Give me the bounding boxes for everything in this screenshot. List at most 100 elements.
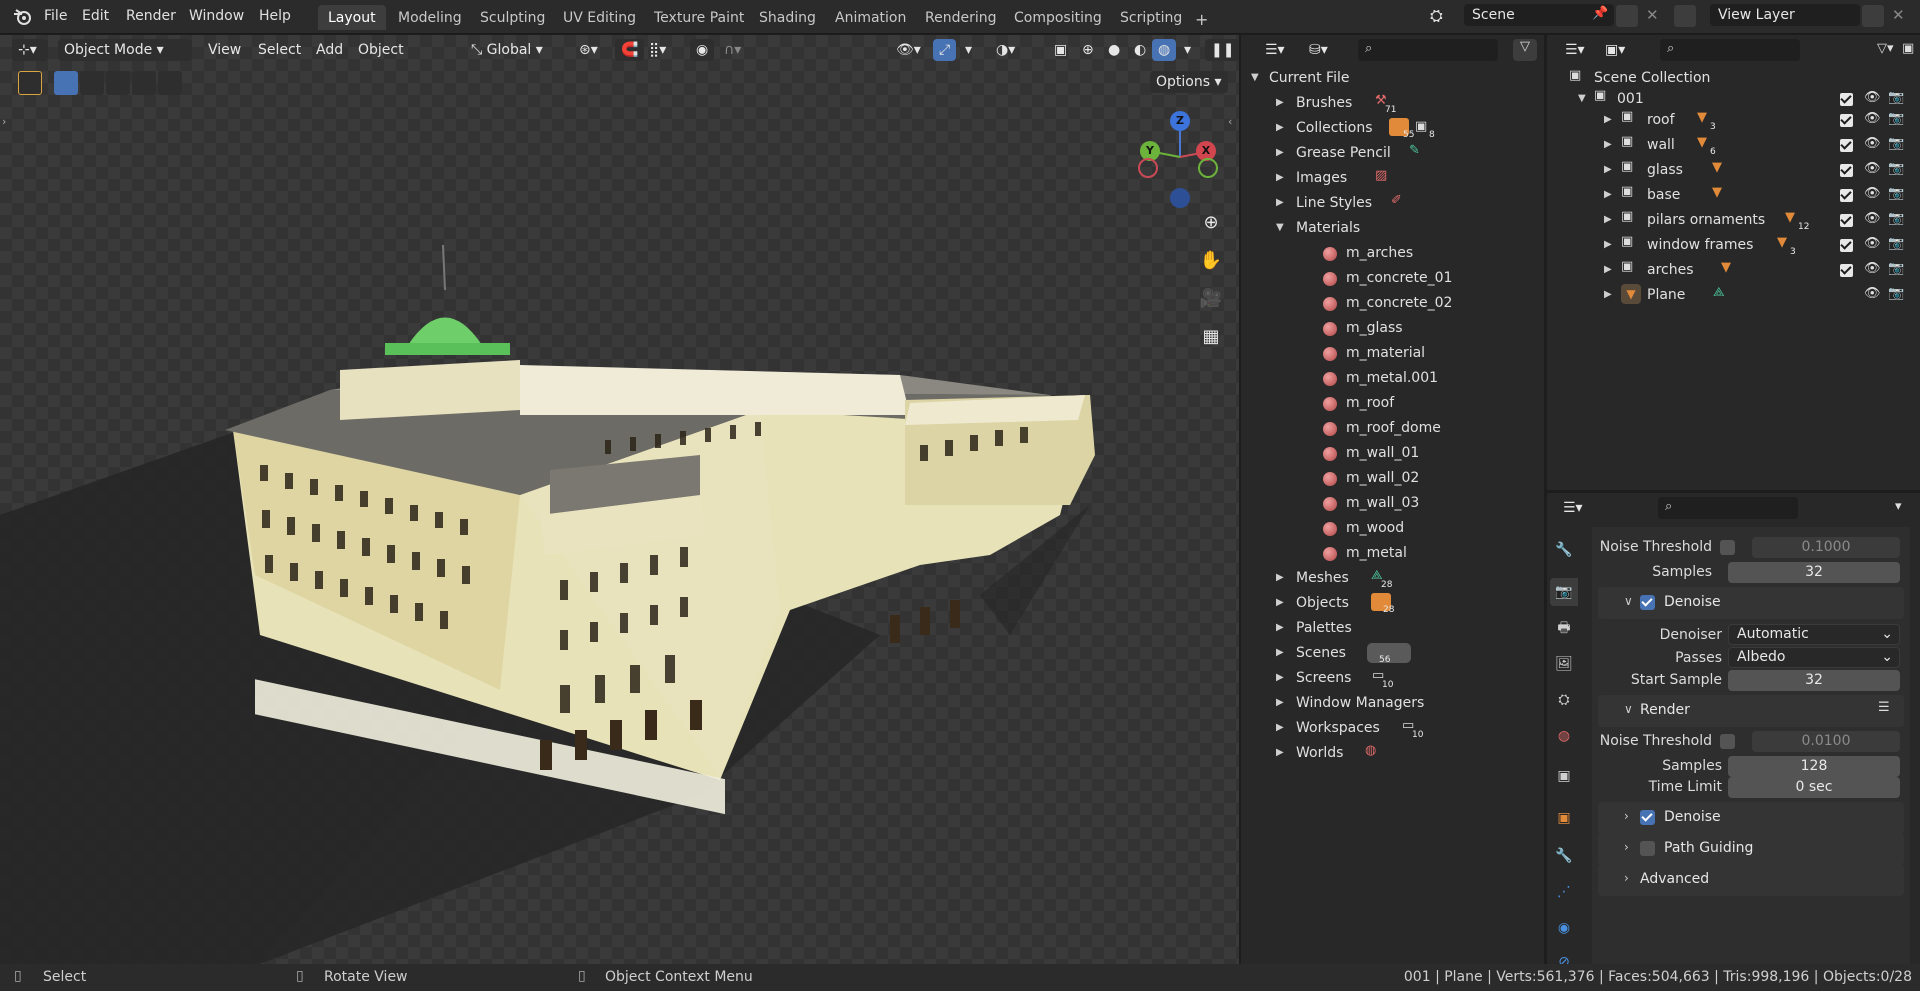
render-noise-threshold-checkbox[interactable]	[1720, 734, 1735, 749]
data-item-palettes[interactable]: Palettes	[1296, 620, 1352, 642]
blender-logo-icon[interactable]	[12, 8, 32, 26]
tab-animation[interactable]: Animation	[825, 5, 916, 30]
expand-chevron-icon[interactable]: ›	[1624, 840, 1629, 854]
data-item-screens[interactable]: Screens	[1296, 670, 1351, 692]
render-denoise-checkbox[interactable]	[1640, 810, 1655, 825]
material-item[interactable]: m_material	[1346, 345, 1425, 367]
zoom-icon[interactable]: ⊕	[1197, 209, 1225, 237]
data-item-collections[interactable]: Collections	[1296, 120, 1373, 142]
collection-tab-icon[interactable]: ▣	[1550, 762, 1578, 790]
render-noise-threshold-field[interactable]: 0.0100	[1752, 731, 1900, 752]
camera-icon[interactable]: 🎥	[1197, 285, 1225, 313]
denoise-subpanel-header[interactable]: ∨ Denoise	[1598, 587, 1904, 619]
render-camera-icon[interactable]: 📷	[1888, 236, 1904, 251]
presets-list-icon[interactable]: ☰	[1878, 700, 1890, 715]
scene-collection-item[interactable]: Scene Collection	[1594, 70, 1710, 92]
material-item[interactable]: m_concrete_01	[1346, 270, 1452, 292]
time-limit-field[interactable]: 0 sec	[1728, 777, 1900, 798]
data-item-materials[interactable]: Materials	[1296, 220, 1360, 242]
data-item-window-managers[interactable]: Window Managers	[1296, 695, 1424, 717]
new-collection-icon[interactable]: ▣	[1902, 41, 1914, 56]
gizmo-neg-x[interactable]	[1138, 158, 1158, 178]
exclude-checkbox[interactable]	[1840, 139, 1853, 152]
collection-pilars-ornaments[interactable]: pilars ornaments	[1647, 212, 1765, 234]
scene-tab-icon[interactable]: ⛭	[1550, 686, 1578, 714]
add-workspace-button[interactable]: +	[1185, 5, 1218, 30]
3d-viewport[interactable]: ⊹▾ Object Mode ▾ View Select Add Object …	[0, 35, 1239, 964]
outliner2-search-input[interactable]: ⌕	[1660, 39, 1800, 61]
collection-arches[interactable]: arches	[1647, 262, 1694, 284]
menu-window[interactable]: Window	[189, 8, 244, 24]
path-guiding-subpanel-header[interactable]: › Path Guiding	[1598, 833, 1904, 865]
view-layer-tab-icon[interactable]: 🖼	[1550, 650, 1578, 678]
exclude-checkbox[interactable]	[1840, 93, 1853, 106]
render-camera-icon[interactable]: 📷	[1888, 90, 1904, 105]
render-camera-icon[interactable]: 📷	[1888, 261, 1904, 276]
object-plane[interactable]: Plane	[1647, 287, 1685, 309]
tool-tab-icon[interactable]: 🔧	[1550, 536, 1578, 564]
collection-window-frames[interactable]: window frames	[1647, 237, 1753, 259]
render-tab-icon[interactable]: 📷	[1550, 578, 1578, 606]
eye-icon[interactable]: 👁	[1864, 161, 1881, 176]
collapse-chevron-icon[interactable]: ∨	[1624, 702, 1633, 716]
eye-icon[interactable]: 👁	[1864, 261, 1881, 276]
data-item-objects[interactable]: Objects	[1296, 595, 1349, 617]
particles-tab-icon[interactable]: ⋰	[1550, 878, 1578, 906]
data-item-images[interactable]: Images	[1296, 170, 1347, 192]
scene-selector-icon[interactable]: ⛭	[1430, 6, 1443, 26]
properties-editor-type-icon[interactable]: ☰▾	[1557, 497, 1589, 519]
material-item[interactable]: m_concrete_02	[1346, 295, 1452, 317]
eye-icon[interactable]: 👁	[1864, 90, 1881, 105]
exclude-checkbox[interactable]	[1840, 264, 1853, 277]
data-item-worlds[interactable]: Worlds	[1296, 745, 1343, 767]
menu-file[interactable]: File	[44, 8, 67, 24]
hand-pan-icon[interactable]: ✋	[1197, 247, 1225, 275]
view-layer-icon[interactable]	[1674, 5, 1696, 27]
material-item[interactable]: m_metal.001	[1346, 370, 1438, 392]
eye-icon[interactable]: 👁	[1864, 286, 1881, 301]
tab-shading[interactable]: Shading	[749, 5, 826, 30]
pin-icon[interactable]: 📌	[1592, 6, 1608, 21]
filter-icon[interactable]: ▽▾	[1877, 41, 1894, 56]
output-tab-icon[interactable]: 🖶	[1550, 614, 1578, 642]
material-item[interactable]: m_wall_02	[1346, 470, 1419, 492]
start-sample-field[interactable]: 32	[1728, 670, 1900, 691]
exclude-checkbox[interactable]	[1840, 114, 1853, 127]
material-item[interactable]: m_wall_03	[1346, 495, 1419, 517]
render-denoise-subpanel-header[interactable]: › Denoise	[1598, 802, 1904, 834]
material-item[interactable]: m_glass	[1346, 320, 1403, 342]
render-camera-icon[interactable]: 📷	[1888, 286, 1904, 301]
delete-view-layer-icon[interactable]: ✕	[1892, 6, 1905, 24]
current-file-item[interactable]: Current File	[1269, 70, 1349, 92]
gizmo-z-axis[interactable]: Z	[1170, 111, 1190, 131]
modifier-tab-icon[interactable]: 🔧	[1550, 842, 1578, 870]
exclude-checkbox[interactable]	[1840, 239, 1853, 252]
outliner-editor-type-icon[interactable]: ☰▾	[1259, 39, 1291, 61]
gizmo-neg-z[interactable]	[1170, 188, 1190, 208]
tab-modeling[interactable]: Modeling	[388, 5, 472, 30]
data-item-workspaces[interactable]: Workspaces	[1296, 720, 1380, 742]
render-samples-field[interactable]: 128	[1728, 756, 1900, 777]
path-guiding-checkbox[interactable]	[1640, 841, 1655, 856]
tab-texture-paint[interactable]: Texture Paint	[644, 5, 754, 30]
collection-wall[interactable]: wall	[1647, 137, 1675, 159]
world-tab-icon[interactable]: ◍	[1550, 722, 1578, 750]
collection-roof[interactable]: roof	[1647, 112, 1675, 134]
tab-uv-editing[interactable]: UV Editing	[553, 5, 646, 30]
data-item-brushes[interactable]: Brushes	[1296, 95, 1352, 117]
render-camera-icon[interactable]: 📷	[1888, 186, 1904, 201]
tab-scripting[interactable]: Scripting	[1110, 5, 1192, 30]
exclude-checkbox[interactable]	[1840, 214, 1853, 227]
expand-chevron-icon[interactable]: ›	[1624, 809, 1629, 823]
grid-icon[interactable]: ▦	[1197, 323, 1225, 351]
gizmo-neg-y[interactable]	[1198, 158, 1218, 178]
sidebar-toggle-icon[interactable]: ‹	[1228, 115, 1232, 128]
eye-icon[interactable]: 👁	[1864, 211, 1881, 226]
eye-icon[interactable]: 👁	[1864, 111, 1881, 126]
eye-icon[interactable]: 👁	[1864, 186, 1881, 201]
display-mode-icon[interactable]: ⛁▾	[1303, 39, 1334, 61]
viewport-samples-field[interactable]: 32	[1728, 562, 1900, 583]
render-subpanel-header[interactable]: ∨ Render ☰	[1598, 695, 1904, 727]
data-item-scenes[interactable]: Scenes	[1296, 645, 1346, 667]
data-item-meshes[interactable]: Meshes	[1296, 570, 1349, 592]
